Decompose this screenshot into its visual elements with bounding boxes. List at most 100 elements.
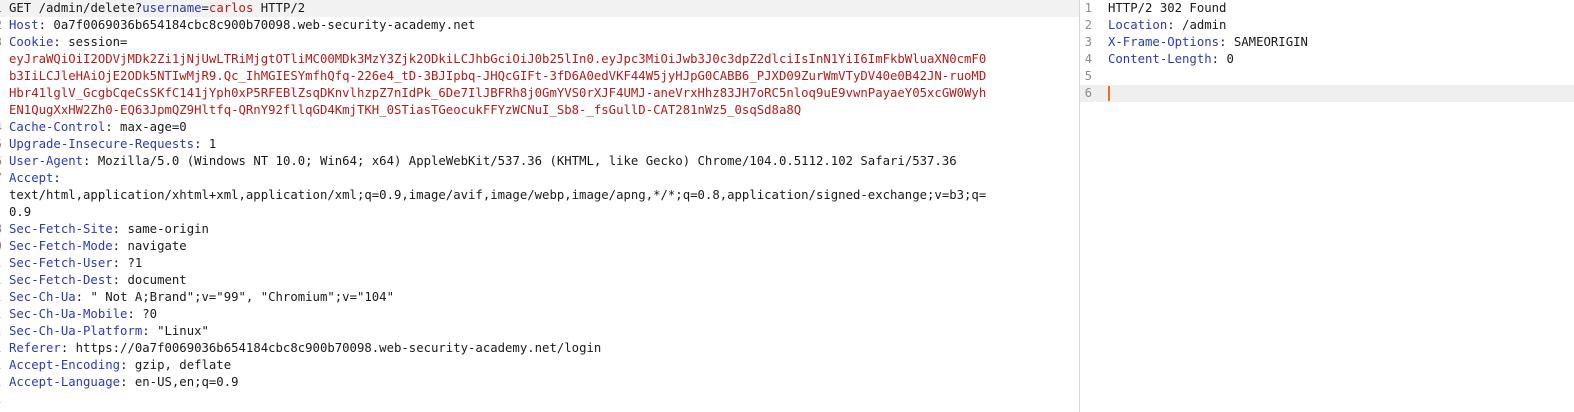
line-number: 1 xyxy=(0,0,2,17)
editor-line[interactable]: 13 Sec-Ch-Ua-Mobile: ?0 xyxy=(0,306,1079,323)
header-colon: : xyxy=(112,222,121,236)
header-name: Location xyxy=(1108,18,1168,32)
line-content: Sec-Fetch-Dest: document xyxy=(9,272,1067,289)
header-colon: : xyxy=(194,137,202,151)
line-number: 5 xyxy=(1084,69,1092,83)
header-value: en-US,en;q=0.9 xyxy=(127,375,239,389)
header-colon: : xyxy=(127,307,135,321)
header-name: User-Agent xyxy=(9,154,84,168)
line-content: GET /admin/delete?username=carlos HTTP/2 xyxy=(9,0,1067,17)
http-protocol: HTTP/2 xyxy=(253,1,306,15)
editor-line[interactable]: 2 Location: /admin xyxy=(1080,17,1574,34)
line-number: 7 xyxy=(0,170,2,187)
header-colon: : xyxy=(75,290,84,304)
editor-line[interactable]: 0.9 xyxy=(0,204,1079,221)
header-colon: : xyxy=(142,324,150,338)
text-caret xyxy=(1108,86,1110,101)
header-name: Host xyxy=(9,18,39,32)
header-colon: : xyxy=(112,256,121,270)
query-param-value: carlos xyxy=(208,1,254,15)
editor-line[interactable]: EN1QugXxHW2Zh0-EQ63JpmQZ9Hltfq-QRnY92fll… xyxy=(0,102,1079,119)
query-param-eq: = xyxy=(201,1,209,15)
editor-line[interactable]: 7 Accept: xyxy=(0,170,1079,187)
editor-line[interactable]: 4 Content-Length: 0 xyxy=(1080,51,1574,68)
editor-line[interactable]: 5 xyxy=(1080,68,1574,85)
http-method: GET xyxy=(9,1,32,15)
line-content: Cookie: session= xyxy=(9,34,1067,51)
editor-line[interactable]: 17 Accept-Language: en-US,en;q=0.9 xyxy=(0,374,1079,391)
header-value: navigate xyxy=(120,239,187,253)
header-colon: : xyxy=(112,239,121,253)
line-content: Cache-Control: max-age=0 xyxy=(9,119,1067,136)
line-number: 19 xyxy=(0,408,2,412)
line-content: HTTP/2 302 Found xyxy=(1108,0,1574,17)
header-name: Content-Length xyxy=(1108,52,1212,66)
header-value: SAMEORIGIN xyxy=(1226,35,1308,49)
line-content: Sec-Ch-Ua-Mobile: ?0 xyxy=(9,306,1067,323)
editor-line[interactable]: 18 xyxy=(0,391,1079,408)
editor-line[interactable]: 5 Upgrade-Insecure-Requests: 1 xyxy=(0,136,1079,153)
editor-line[interactable]: 6 User-Agent: Mozilla/5.0 (Windows NT 10.… xyxy=(0,153,1079,170)
header-value: ?1 xyxy=(120,256,143,270)
line-content: Hbr41lglV_GcgbCqeCsSKfC141jYph0xP5RFEBlZ… xyxy=(9,85,1067,102)
response-viewer[interactable]: 1 HTTP/2 302 Found 2 Location: /admin 3 X-Fra… xyxy=(1080,0,1574,412)
request-editor[interactable]: 1 GET /admin/delete?username=carlos HTTP/… xyxy=(0,0,1079,412)
editor-line[interactable]: 19 xyxy=(0,408,1079,412)
plain-text: text/html,application/xhtml+xml,applicat… xyxy=(9,188,987,202)
header-value: 1 xyxy=(201,137,217,151)
line-number: 16 xyxy=(0,357,2,374)
header-name: Sec-Fetch-Site xyxy=(9,222,113,236)
line-content: eyJraWQiOiI2ODVjMDk2Zi1jNjUwLTRiMjgtOTli… xyxy=(9,51,1067,68)
line-number: 2 xyxy=(0,17,2,34)
line-content: Sec-Fetch-Mode: navigate xyxy=(9,238,1067,255)
header-value: gzip, deflate xyxy=(127,358,232,372)
header-colon: : xyxy=(38,18,47,32)
header-colon: : xyxy=(1211,52,1220,66)
header-colon: : xyxy=(105,120,113,134)
cookie-value-continuation: Hbr41lglV_GcgbCqeCsSKfC141jYph0xP5RFEBlZ… xyxy=(9,86,987,100)
line-number: 5 xyxy=(0,136,2,153)
header-name: Sec-Fetch-Dest xyxy=(9,273,113,287)
header-colon: : xyxy=(1167,18,1175,32)
header-value: document xyxy=(120,273,187,287)
header-colon: : xyxy=(53,35,61,49)
editor-line[interactable]: 15 Referer: https://0a7f0069036b654184cbc… xyxy=(0,340,1079,357)
editor-line[interactable]: b3IiLCJleHAiOjE2ODk5NTIwMjR9.Qc_IhMGIESY… xyxy=(0,68,1079,85)
editor-line[interactable]: 3 Cookie: session= xyxy=(0,34,1079,51)
line-number: 17 xyxy=(0,374,2,391)
plain-text: HTTP/2 302 Found xyxy=(1108,1,1227,15)
request-path: /admin/delete? xyxy=(31,1,143,15)
editor-line[interactable]: 3 X-Frame-Options: SAMEORIGIN xyxy=(1080,34,1574,51)
line-number: 14 xyxy=(0,323,2,340)
editor-line[interactable]: 4 Cache-Control: max-age=0 xyxy=(0,119,1079,136)
line-content: Sec-Fetch-Site: same-origin xyxy=(9,221,1067,238)
editor-line[interactable]: 16 Accept-Encoding: gzip, deflate xyxy=(0,357,1079,374)
line-number: 18 xyxy=(0,391,2,408)
editor-line[interactable]: 9 Sec-Fetch-Mode: navigate xyxy=(0,238,1079,255)
line-number: 11 xyxy=(0,272,2,289)
editor-line[interactable]: 11 Sec-Fetch-Dest: document xyxy=(0,272,1079,289)
line-number: 6 xyxy=(0,153,2,170)
editor-line[interactable]: 14 Sec-Ch-Ua-Platform: "Linux" xyxy=(0,323,1079,340)
editor-line[interactable]: Hbr41lglV_GcgbCqeCsSKfC141jYph0xP5RFEBlZ… xyxy=(0,85,1079,102)
editor-line[interactable]: text/html,application/xhtml+xml,applicat… xyxy=(0,187,1079,204)
editor-line[interactable]: 2 Host: 0a7f0069036b654184cbc8c900b70098.… xyxy=(0,17,1079,34)
editor-line[interactable]: eyJraWQiOiI2ODVjMDk2Zi1jNjUwLTRiMjgtOTli… xyxy=(0,51,1079,68)
header-value: https://0a7f0069036b654184cbc8c900b70098… xyxy=(68,341,602,355)
header-name: Referer xyxy=(9,341,61,355)
line-number: 4 xyxy=(1084,52,1092,66)
header-name: Sec-Fetch-Mode xyxy=(9,239,113,253)
editor-line[interactable]: 10 Sec-Fetch-User: ?1 xyxy=(0,255,1079,272)
editor-line[interactable]: 12 Sec-Ch-Ua: " Not A;Brand";v="99", "Chr… xyxy=(0,289,1079,306)
line-content: Sec-Ch-Ua-Platform: "Linux" xyxy=(9,323,1067,340)
line-number: 12 xyxy=(0,289,2,306)
editor-line[interactable]: 1 GET /admin/delete?username=carlos HTTP/… xyxy=(0,0,1079,17)
editor-line[interactable]: 1 HTTP/2 302 Found xyxy=(1080,0,1574,17)
header-name: Sec-Fetch-User xyxy=(9,256,113,270)
header-value: " Not A;Brand";v="99", "Chromium";v="104… xyxy=(83,290,394,304)
header-value: max-age=0 xyxy=(112,120,187,134)
header-name: Sec-Ch-Ua-Platform xyxy=(9,324,143,338)
editor-line[interactable]: 6 xyxy=(1080,85,1574,102)
editor-line[interactable]: 8 Sec-Fetch-Site: same-origin xyxy=(0,221,1079,238)
header-name: Accept-Encoding xyxy=(9,358,121,372)
